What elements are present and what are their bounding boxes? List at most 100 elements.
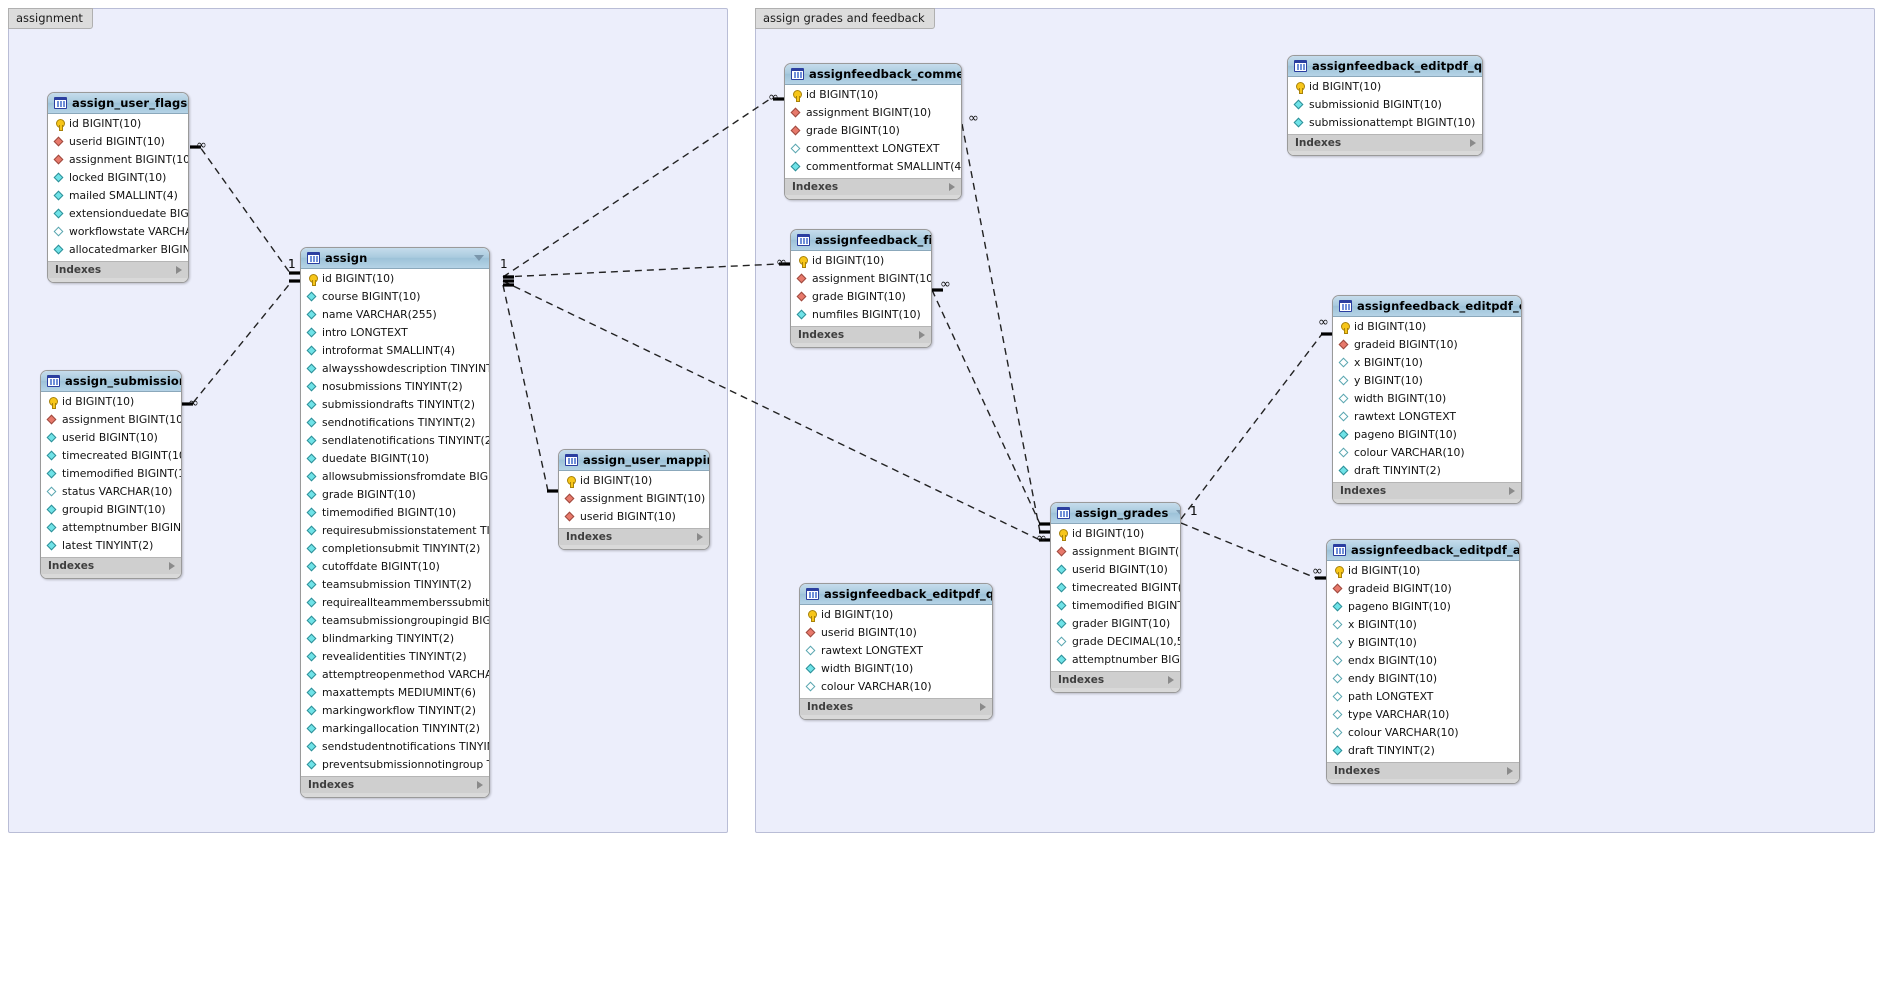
table-column-row[interactable]: teamsubmission TINYINT(2) xyxy=(301,576,489,594)
table-header[interactable]: assign xyxy=(301,248,489,269)
table-column-row[interactable]: rawtext LONGTEXT xyxy=(800,642,992,660)
table-column-row[interactable]: extensionduedate BIGINT(10) xyxy=(48,205,188,223)
table-column-row[interactable]: assignment BIGINT(10) xyxy=(41,411,181,429)
table-column-row[interactable]: markingworkflow TINYINT(2) xyxy=(301,702,489,720)
table-column-row[interactable]: assignment BIGINT(10) xyxy=(785,104,961,122)
table-column-row[interactable]: endx BIGINT(10) xyxy=(1327,652,1519,670)
table-column-row[interactable]: sendstudentnotifications TINYINT(2) xyxy=(301,738,489,756)
table-column-row[interactable]: timecreated BIGINT(10) xyxy=(1051,579,1180,597)
table-column-row[interactable]: endy BIGINT(10) xyxy=(1327,670,1519,688)
expand-arrow-icon[interactable] xyxy=(477,781,483,789)
table-column-row[interactable]: id BIGINT(10) xyxy=(1288,78,1482,96)
table-column-row[interactable]: timemodified BIGINT(10) xyxy=(301,504,489,522)
table-column-row[interactable]: grade BIGINT(10) xyxy=(785,122,961,140)
table-column-row[interactable]: commenttext LONGTEXT xyxy=(785,140,961,158)
table-column-row[interactable]: revealidentities TINYINT(2) xyxy=(301,648,489,666)
table-column-row[interactable]: colour VARCHAR(10) xyxy=(800,678,992,696)
indexes-section[interactable]: Indexes xyxy=(791,326,931,343)
table-node[interactable]: assignfeedback_editpdf_queueid BIGINT(10… xyxy=(1287,55,1483,156)
table-column-row[interactable]: rawtext LONGTEXT xyxy=(1333,408,1521,426)
table-column-row[interactable]: attemptnumber BIGINT(10) xyxy=(41,519,181,537)
table-column-row[interactable]: id BIGINT(10) xyxy=(1333,318,1521,336)
table-column-row[interactable]: submissionattempt BIGINT(10) xyxy=(1288,114,1482,132)
table-column-row[interactable]: path LONGTEXT xyxy=(1327,688,1519,706)
expand-arrow-icon[interactable] xyxy=(980,703,986,711)
table-column-row[interactable]: workflowstate VARCHAR(20) xyxy=(48,223,188,241)
table-column-row[interactable]: y BIGINT(10) xyxy=(1333,372,1521,390)
table-column-row[interactable]: numfiles BIGINT(10) xyxy=(791,306,931,324)
chevron-down-icon[interactable] xyxy=(1176,510,1180,516)
table-column-row[interactable]: timecreated BIGINT(10) xyxy=(41,447,181,465)
expand-arrow-icon[interactable] xyxy=(1470,139,1476,147)
table-column-row[interactable]: submissionid BIGINT(10) xyxy=(1288,96,1482,114)
table-column-row[interactable]: latest TINYINT(2) xyxy=(41,537,181,555)
table-column-row[interactable]: attemptreopenmethod VARCHAR(10) xyxy=(301,666,489,684)
table-column-row[interactable]: pageno BIGINT(10) xyxy=(1333,426,1521,444)
expand-arrow-icon[interactable] xyxy=(1509,487,1515,495)
expand-arrow-icon[interactable] xyxy=(949,183,955,191)
table-column-row[interactable]: introformat SMALLINT(4) xyxy=(301,342,489,360)
table-column-row[interactable]: width BIGINT(10) xyxy=(800,660,992,678)
table-column-row[interactable]: id BIGINT(10) xyxy=(1051,525,1180,543)
table-column-row[interactable]: nosubmissions TINYINT(2) xyxy=(301,378,489,396)
table-node[interactable]: assignfeedback_editpdf_cmntid BIGINT(10)… xyxy=(1332,295,1522,504)
table-column-row[interactable]: y BIGINT(10) xyxy=(1327,634,1519,652)
table-header[interactable]: assignfeedback_editpdf_cmnt xyxy=(1333,296,1521,317)
table-column-row[interactable]: assignment BIGINT(10) xyxy=(48,151,188,169)
table-node[interactable]: assignfeedback_editpdf_annotid BIGINT(10… xyxy=(1326,539,1520,784)
table-column-row[interactable]: teamsubmissiongroupingid BIGINT(10) xyxy=(301,612,489,630)
table-column-row[interactable]: id BIGINT(10) xyxy=(1327,562,1519,580)
indexes-section[interactable]: Indexes xyxy=(1333,482,1521,499)
table-node[interactable]: assignfeedback_file id BIGINT(10) assignme… xyxy=(790,229,932,348)
table-header[interactable]: assignfeedback_file xyxy=(791,230,931,251)
table-column-row[interactable]: requiresubmissionstatement TINYINT(2) xyxy=(301,522,489,540)
indexes-section[interactable]: Indexes xyxy=(301,776,489,793)
table-column-row[interactable]: colour VARCHAR(10) xyxy=(1333,444,1521,462)
indexes-section[interactable]: Indexes xyxy=(800,698,992,715)
table-column-row[interactable]: draft TINYINT(2) xyxy=(1333,462,1521,480)
table-column-row[interactable]: id BIGINT(10) xyxy=(791,252,931,270)
indexes-section[interactable]: Indexes xyxy=(1327,762,1519,779)
table-column-row[interactable]: userid BIGINT(10) xyxy=(800,624,992,642)
table-column-row[interactable]: markingallocation TINYINT(2) xyxy=(301,720,489,738)
indexes-section[interactable]: Indexes xyxy=(1051,671,1180,688)
expand-arrow-icon[interactable] xyxy=(919,331,925,339)
table-column-row[interactable]: alwaysshowdescription TINYINT(2) xyxy=(301,360,489,378)
table-column-row[interactable]: userid BIGINT(10) xyxy=(41,429,181,447)
table-column-row[interactable]: completionsubmit TINYINT(2) xyxy=(301,540,489,558)
table-column-row[interactable]: grade DECIMAL(10,5) xyxy=(1051,633,1180,651)
expand-arrow-icon[interactable] xyxy=(169,562,175,570)
table-column-row[interactable]: intro LONGTEXT xyxy=(301,324,489,342)
table-column-row[interactable]: requireallteammemberssubmit TINYINT(2) xyxy=(301,594,489,612)
table-column-row[interactable]: id BIGINT(10) xyxy=(301,270,489,288)
table-node[interactable]: assign id BIGINT(10) course BIGINT(10) name… xyxy=(300,247,490,798)
table-column-row[interactable]: id BIGINT(10) xyxy=(800,606,992,624)
table-header[interactable]: assign_user_flags xyxy=(48,93,188,114)
table-column-row[interactable]: x BIGINT(10) xyxy=(1327,616,1519,634)
table-column-row[interactable]: width BIGINT(10) xyxy=(1333,390,1521,408)
table-column-row[interactable]: blindmarking TINYINT(2) xyxy=(301,630,489,648)
table-header[interactable]: assign_grades xyxy=(1051,503,1180,524)
table-column-row[interactable]: sendlatenotifications TINYINT(2) xyxy=(301,432,489,450)
table-column-row[interactable]: gradeid BIGINT(10) xyxy=(1327,580,1519,598)
table-column-row[interactable]: grade BIGINT(10) xyxy=(791,288,931,306)
table-column-row[interactable]: cutoffdate BIGINT(10) xyxy=(301,558,489,576)
table-node[interactable]: assignfeedback_commentsid BIGINT(10) assi… xyxy=(784,63,962,200)
table-column-row[interactable]: allowsubmissionsfromdate BIGINT(10) xyxy=(301,468,489,486)
table-header[interactable]: assign_user_mapping xyxy=(559,450,709,471)
table-column-row[interactable]: gradeid BIGINT(10) xyxy=(1333,336,1521,354)
table-column-row[interactable]: id BIGINT(10) xyxy=(559,472,709,490)
expand-arrow-icon[interactable] xyxy=(1507,767,1513,775)
indexes-section[interactable]: Indexes xyxy=(41,557,181,574)
table-column-row[interactable]: status VARCHAR(10) xyxy=(41,483,181,501)
indexes-section[interactable]: Indexes xyxy=(48,261,188,278)
table-node[interactable]: assign_grades id BIGINT(10) assignment BIG… xyxy=(1050,502,1181,693)
table-column-row[interactable]: attemptnumber BIGINT(10) xyxy=(1051,651,1180,669)
expand-arrow-icon[interactable] xyxy=(697,533,703,541)
table-column-row[interactable]: grade BIGINT(10) xyxy=(301,486,489,504)
table-column-row[interactable]: preventsubmissionnotingroup TINYINT(2) xyxy=(301,756,489,774)
table-column-row[interactable]: id BIGINT(10) xyxy=(41,393,181,411)
layer-title[interactable]: assignment xyxy=(8,8,93,29)
table-column-row[interactable]: id BIGINT(10) xyxy=(48,115,188,133)
table-column-row[interactable]: timemodified BIGINT(10) xyxy=(1051,597,1180,615)
